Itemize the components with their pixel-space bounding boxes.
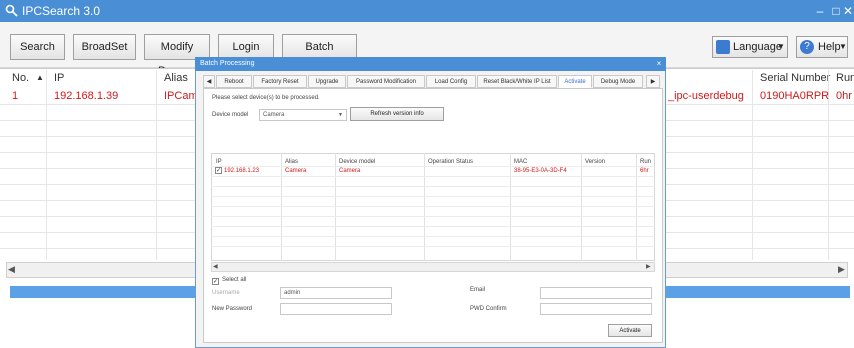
scroll-left-icon[interactable]: ◀ — [8, 264, 15, 275]
activate-button[interactable]: Activate — [608, 324, 652, 337]
column-divider — [281, 153, 282, 261]
device-model-value: Camera — [263, 112, 285, 118]
grid-line — [211, 216, 655, 217]
username-label: Username — [212, 290, 240, 296]
row-alias[interactable]: IPCam — [164, 88, 198, 104]
column-header-serial[interactable]: Serial Number — [760, 69, 830, 87]
chevron-down-icon: ▼ — [338, 112, 343, 118]
pwd-confirm-input[interactable] — [540, 303, 652, 315]
dialog-title: Batch Processing — [195, 57, 666, 71]
row-no[interactable]: 1 — [12, 88, 18, 104]
title-bar — [0, 0, 854, 22]
new-password-input[interactable] — [280, 303, 392, 315]
username-input[interactable]: admin — [280, 287, 392, 299]
grid-line — [211, 196, 655, 197]
tab-password-modification[interactable]: Password Modification — [347, 75, 425, 88]
column-divider — [424, 153, 425, 261]
dialog-row-ip[interactable]: 192.168.1.23 — [224, 166, 259, 176]
tab-scroll-right-icon[interactable]: ▶ — [646, 75, 660, 88]
column-header-alias[interactable]: Alias — [164, 69, 188, 87]
dialog-horizontal-scrollbar[interactable] — [211, 262, 655, 272]
device-model-label: Device model — [212, 112, 249, 118]
pwd-confirm-label: PWD Confirm — [470, 306, 507, 312]
chevron-down-icon: ▼ — [777, 42, 785, 51]
grid-line — [211, 206, 655, 207]
row-ip[interactable]: 192.168.1.39 — [54, 88, 118, 104]
row-device-name[interactable]: _ipc-userdebug — [668, 88, 744, 104]
dialog-row-run[interactable]: 6hr — [640, 166, 649, 176]
select-all-checkbox[interactable]: ✓ — [212, 278, 219, 285]
username-value: admin — [284, 290, 301, 296]
search-button[interactable]: Search — [10, 34, 65, 60]
select-all-label: Select all — [222, 277, 247, 283]
grid-line — [211, 176, 655, 177]
help-icon: ? — [800, 40, 814, 54]
app-title: IPCSearch 3.0 — [22, 4, 101, 18]
grid-line — [211, 246, 655, 247]
chevron-down-icon: ▼ — [839, 42, 847, 51]
help-button[interactable]: ? Help ▼ — [796, 36, 848, 58]
search-app-icon — [5, 4, 18, 17]
dialog-row-alias[interactable]: Camera — [285, 166, 306, 176]
dialog-device-table — [211, 153, 655, 261]
close-button[interactable]: ✕ — [842, 3, 854, 19]
dialog-row-model[interactable]: Camera — [339, 166, 360, 176]
email-input[interactable] — [540, 287, 652, 299]
dialog-close-icon[interactable]: × — [654, 58, 664, 70]
device-model-select[interactable]: Camera ▼ — [259, 109, 347, 121]
column-divider — [581, 153, 582, 261]
tab-load-config[interactable]: Load Config — [426, 75, 476, 88]
tab-reboot[interactable]: Reboot — [216, 75, 252, 88]
row-serial[interactable]: 0190HA0RPR — [760, 88, 829, 104]
column-header-no[interactable]: No. — [12, 69, 29, 87]
dialog-row-mac[interactable]: 38-95-E3-0A-3D-F4 — [514, 166, 567, 176]
tab-scroll-left-icon[interactable]: ◀ — [203, 75, 215, 88]
tab-upgrade[interactable]: Upgrade — [308, 75, 346, 88]
scroll-left-icon[interactable]: ◀ — [213, 262, 218, 272]
new-password-label: New Password — [212, 306, 253, 312]
instruction-text: Please select device(s) to be processed. — [212, 95, 320, 101]
scroll-right-icon[interactable]: ▶ — [838, 264, 845, 275]
column-divider — [636, 153, 637, 261]
email-label: Email — [470, 287, 486, 293]
minimize-button[interactable]: – — [812, 3, 828, 19]
column-header-run[interactable]: Run — [836, 69, 854, 87]
grid-line — [211, 166, 655, 167]
language-icon — [716, 40, 730, 54]
row-run[interactable]: 0hr — [836, 88, 852, 104]
sort-arrow-icon: ▲ — [36, 73, 44, 82]
tab-reset-black-white-ip-list[interactable]: Reset Black/White IP List — [477, 75, 557, 88]
column-divider — [510, 153, 511, 261]
grid-line — [211, 236, 655, 237]
language-label: Language — [733, 41, 782, 53]
column-header-ip[interactable]: IP — [54, 69, 64, 87]
grid-line — [211, 226, 655, 227]
help-label: Help — [818, 41, 841, 53]
tab-debug-mode[interactable]: Debug Mode — [593, 75, 643, 88]
tab-activate[interactable]: Activate — [558, 75, 592, 88]
refresh-version-info-button[interactable]: Refresh version info — [350, 107, 444, 121]
grid-line — [211, 186, 655, 187]
scroll-right-icon[interactable]: ▶ — [646, 262, 651, 272]
column-divider — [335, 153, 336, 261]
tab-factory-reset[interactable]: Factory Reset — [253, 75, 307, 88]
row-checkbox[interactable]: ✓ — [215, 167, 222, 174]
language-button[interactable]: Language ▼ — [712, 36, 788, 58]
broadset-button[interactable]: BroadSet — [73, 34, 136, 60]
